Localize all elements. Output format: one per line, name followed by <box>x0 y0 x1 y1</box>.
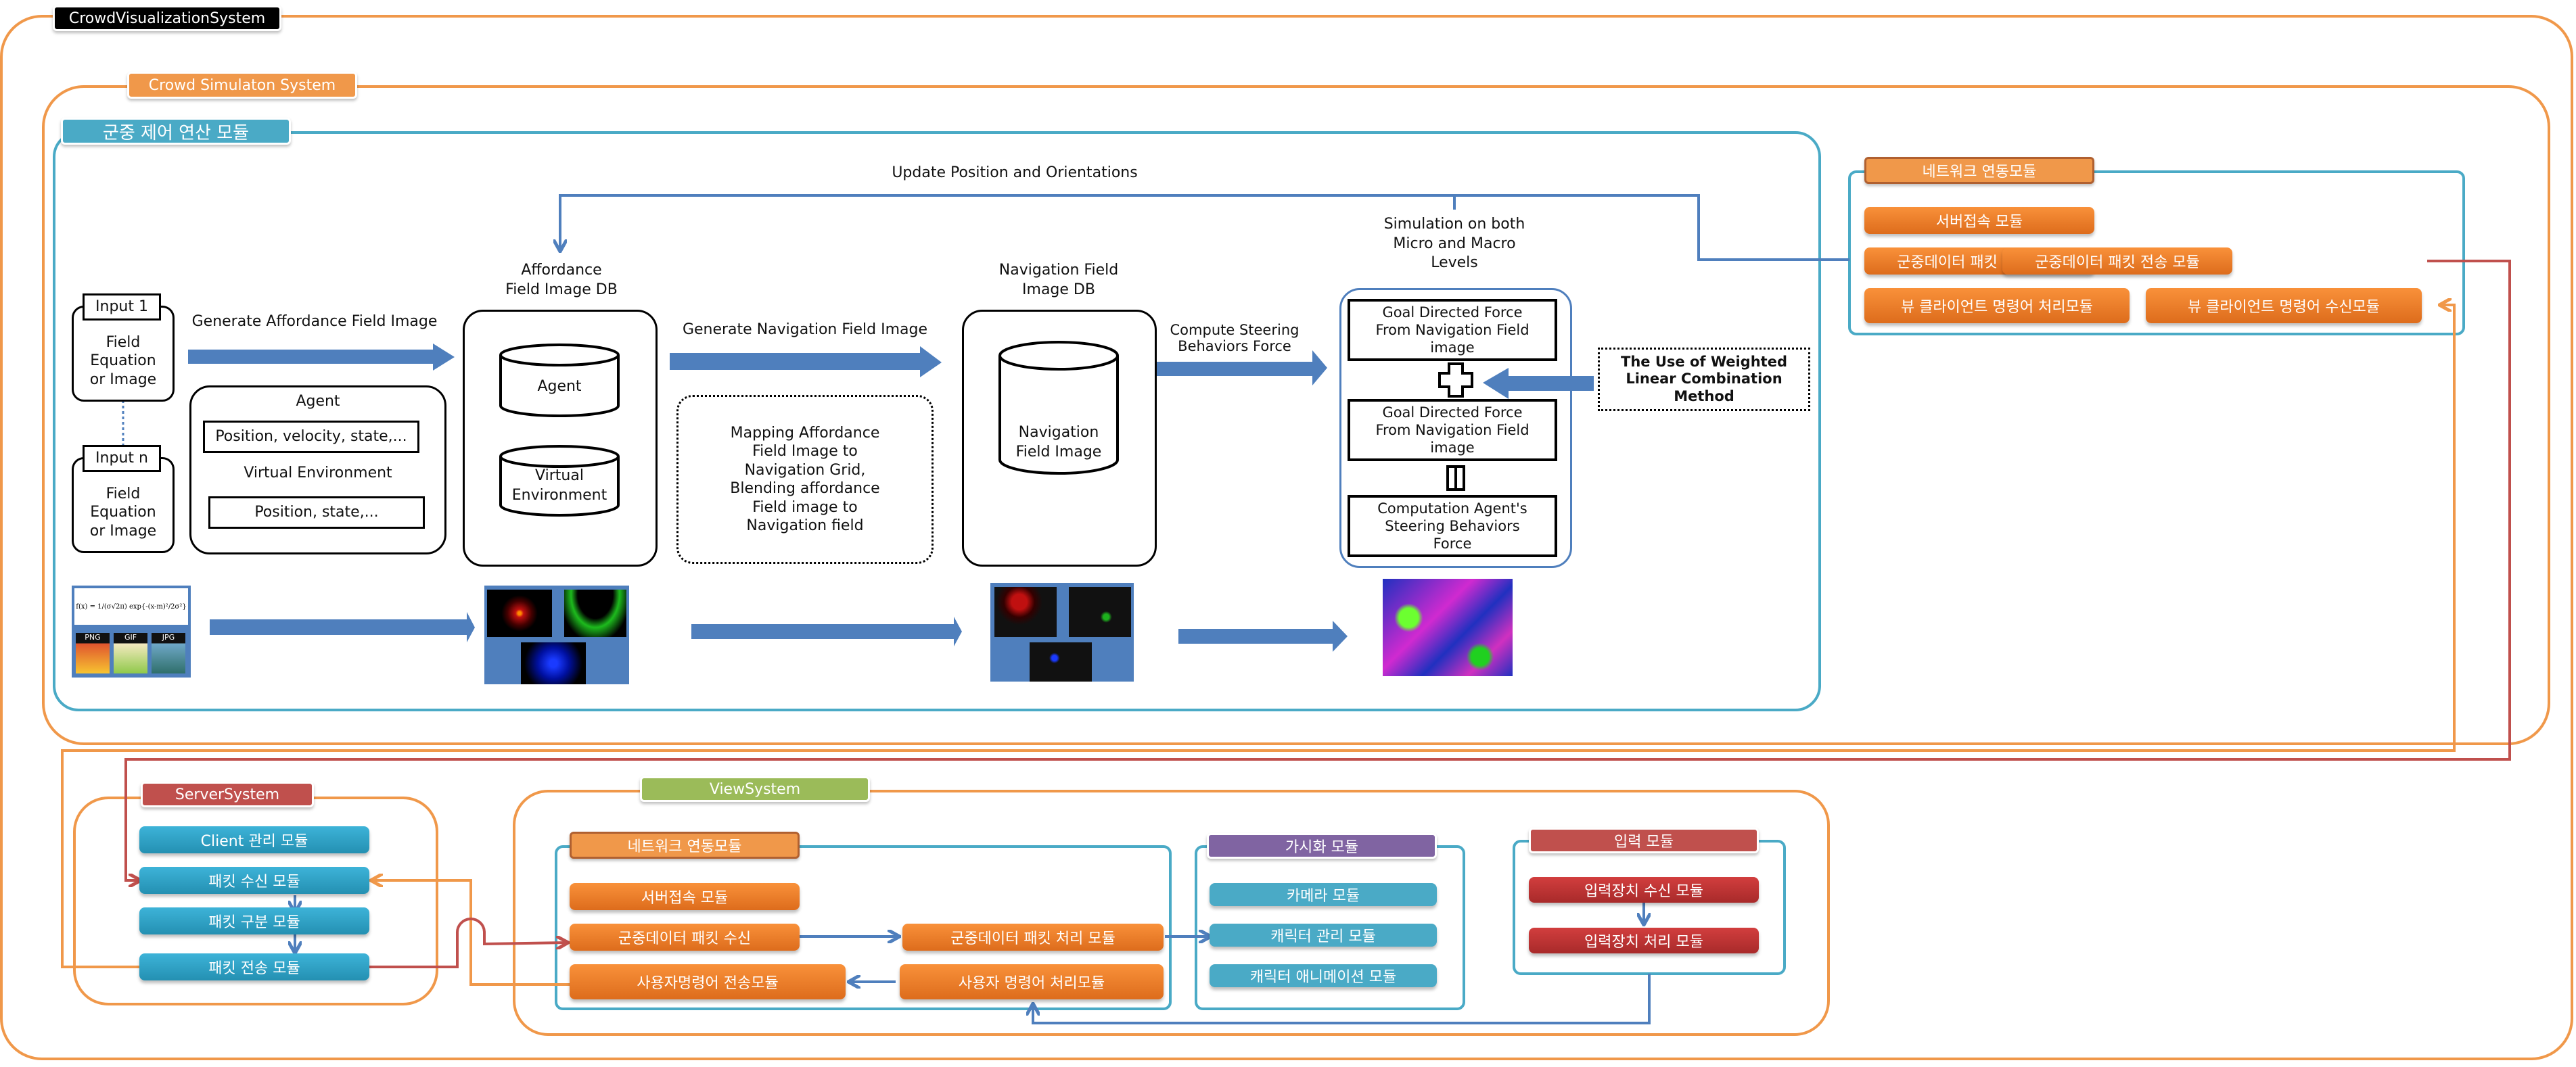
compute-steering-label: Compute Steering Behaviors Force <box>1170 322 1300 355</box>
force-box-3: Computation Agent's Steering Behaviors F… <box>1348 495 1557 557</box>
crowd-visualization-title: CrowdVisualizationSystem <box>53 5 281 31</box>
png-icon: PNG <box>76 633 110 673</box>
nav-db-title: Navigation Field Image DB <box>998 262 1119 298</box>
simulation-label: Simulation on both Micro and Macro Level… <box>1383 216 1525 272</box>
nav-blue-image <box>1030 642 1092 682</box>
arrow-compute-steering <box>1155 350 1327 385</box>
nav-green-image <box>1069 587 1131 637</box>
nav-cylinder-label: Navigation Field Image <box>1015 424 1102 460</box>
jpg-icon: JPG <box>152 633 185 673</box>
view-packet-recv-module[interactable]: 군중데이터 패킷 수신 <box>570 924 800 951</box>
camera-module[interactable]: 카메라 모듈 <box>1210 883 1437 906</box>
navigation-thumbnail <box>990 583 1134 682</box>
env-label: Virtual Environment <box>244 465 392 481</box>
sim-cmd-receive-module[interactable]: 뷰 클라이언트 명령어 수신모듈 <box>2146 288 2422 323</box>
affordance-thumbnail <box>484 586 629 684</box>
input-n-body: Field Equation or Image <box>89 485 157 540</box>
simulation-result-image <box>1383 579 1513 676</box>
env-fields: Position, state,... <box>208 496 425 529</box>
server-packet-send-module[interactable]: 패킷 전송 모듈 <box>139 953 369 980</box>
gif-icon: GIF <box>114 633 147 673</box>
server-system-title: ServerSystem <box>141 782 314 807</box>
mapping-note: Mapping Affordance Field Image to Naviga… <box>676 395 934 564</box>
arrow-gen-navigation <box>670 346 942 377</box>
arrow-bottom-2 <box>691 617 962 646</box>
update-position-label: Update Position and Orientations <box>892 164 1138 181</box>
input-module-title: 입력 모듈 <box>1529 828 1759 853</box>
sim-network-title: 네트워크 연동모듈 <box>1864 157 2094 184</box>
agent-fields: Position, velocity, state,... <box>203 421 419 453</box>
arrow-bottom-3 <box>1178 621 1348 652</box>
arrow-bottom-1 <box>210 612 475 642</box>
cylinder-agent-label: Agent <box>537 378 582 395</box>
visual-module-title: 가시화 모듈 <box>1207 833 1437 859</box>
view-server-connect-module[interactable]: 서버접속 모듈 <box>570 883 800 910</box>
green-field-image <box>564 590 626 637</box>
input-1-body: Field Equation or Image <box>89 333 157 388</box>
view-packet-proc-module[interactable]: 군중데이터 패킷 처리 모듈 <box>902 924 1164 951</box>
nav-red-image <box>994 587 1057 637</box>
force-box-2: Goal Directed Force From Navigation Fiel… <box>1348 399 1557 461</box>
input-device-recv-module[interactable]: 입력장치 수신 모듈 <box>1529 877 1759 903</box>
server-packet-recv-module[interactable]: 패킷 수신 모듈 <box>139 867 369 894</box>
red-server-to-view <box>369 917 567 968</box>
view-cmd-send-module[interactable]: 사용자명령어 전송모듈 <box>570 964 846 999</box>
affordance-db-box <box>463 310 658 567</box>
update-feedback-line <box>560 194 1456 250</box>
weighted-note: The Use of Weighted Linear Combination M… <box>1598 348 1810 411</box>
view-cmd-proc-module[interactable]: 사용자 명령어 처리모듈 <box>900 964 1164 999</box>
input-device-proc-module[interactable]: 입력장치 처리 모듈 <box>1529 928 1759 953</box>
arrow-gen-affordance <box>188 343 455 371</box>
server-packet-classify-module[interactable]: 패킷 구분 모듈 <box>139 907 369 934</box>
input-n-tag: Input n <box>83 445 161 472</box>
sim-cmd-process-module[interactable]: 뷰 클라이언트 명령어 처리모듈 <box>1864 288 2130 323</box>
input-frame <box>1513 840 1786 975</box>
character-animation-module[interactable]: 캐릭터 애니메이션 모듈 <box>1210 964 1437 987</box>
view-network-title: 네트워크 연동모듈 <box>570 832 800 859</box>
force-box-1: Goal Directed Force From Navigation Fiel… <box>1348 299 1557 361</box>
agent-label: Agent <box>296 393 340 410</box>
red-field-image <box>487 590 552 637</box>
sim-packet-send-module[interactable]: 군중데이터 패킷 전송 모듈 <box>2002 247 2232 275</box>
server-client-module[interactable]: Client 관리 모듈 <box>139 826 369 853</box>
gen-navigation-label: Generate Navigation Field Image <box>682 321 928 338</box>
formula-image: f(x) = 1/(σ√2π) exp{-(x-m)²/2σ²} <box>74 588 188 625</box>
control-module-title: 군중 제어 연산 모듈 <box>61 118 291 145</box>
sim-server-connect-module[interactable]: 서버접속 모듈 <box>1864 207 2094 234</box>
blue-field-image <box>521 642 586 684</box>
orange-view-to-server <box>372 880 570 986</box>
crowd-simulation-title: Crowd Simulaton System <box>127 72 357 99</box>
character-manage-module[interactable]: 캐릭터 관리 모듈 <box>1210 924 1437 947</box>
view-system-title: ViewSystem <box>640 776 870 802</box>
affordance-db-title: Affordance Field Image DB <box>505 262 618 298</box>
cylinder-env-label: Virtual Environment <box>511 467 607 504</box>
gen-affordance-label: Generate Affordance Field Image <box>191 313 438 330</box>
input-thumbnail: f(x) = 1/(σ√2π) exp{-(x-m)²/2σ²} PNG GIF… <box>72 586 191 678</box>
input-1-tag: Input 1 <box>83 293 161 321</box>
